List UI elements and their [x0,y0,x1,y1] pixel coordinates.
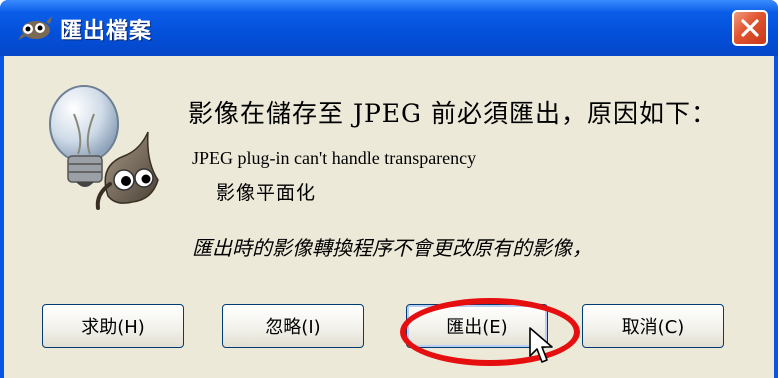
dialog-heading: 影像在儲存至 JPEG 前必須匯出，原因如下： [188,99,717,128]
cancel-button[interactable]: 取消(C) [582,304,724,348]
dialog-body: 影像在儲存至 JPEG 前必須匯出，原因如下： JPEG plug-in can… [4,56,774,378]
close-button[interactable] [732,10,768,46]
reason-text: JPEG plug-in can't handle transparency [192,148,477,168]
export-dialog-window: 匯出檔案 影像在儲存至 JPEG 前必須匯出，原因如下： JPEG plug-i… [0,0,778,378]
action-text: 影像平面化 [216,182,317,204]
note-text: 匯出時的影像轉換程序不會更改原有的影像， [192,236,592,260]
close-icon [741,19,759,37]
title-bar[interactable]: 匯出檔案 [0,0,778,56]
gimp-icon [16,14,54,42]
window-title: 匯出檔案 [60,19,153,44]
gimp-lightbulb-icon [36,84,166,214]
help-button[interactable]: 求助(H) [42,304,184,348]
export-button[interactable]: 匯出(E) [406,304,548,348]
ignore-button[interactable]: 忽略(I) [222,304,364,348]
